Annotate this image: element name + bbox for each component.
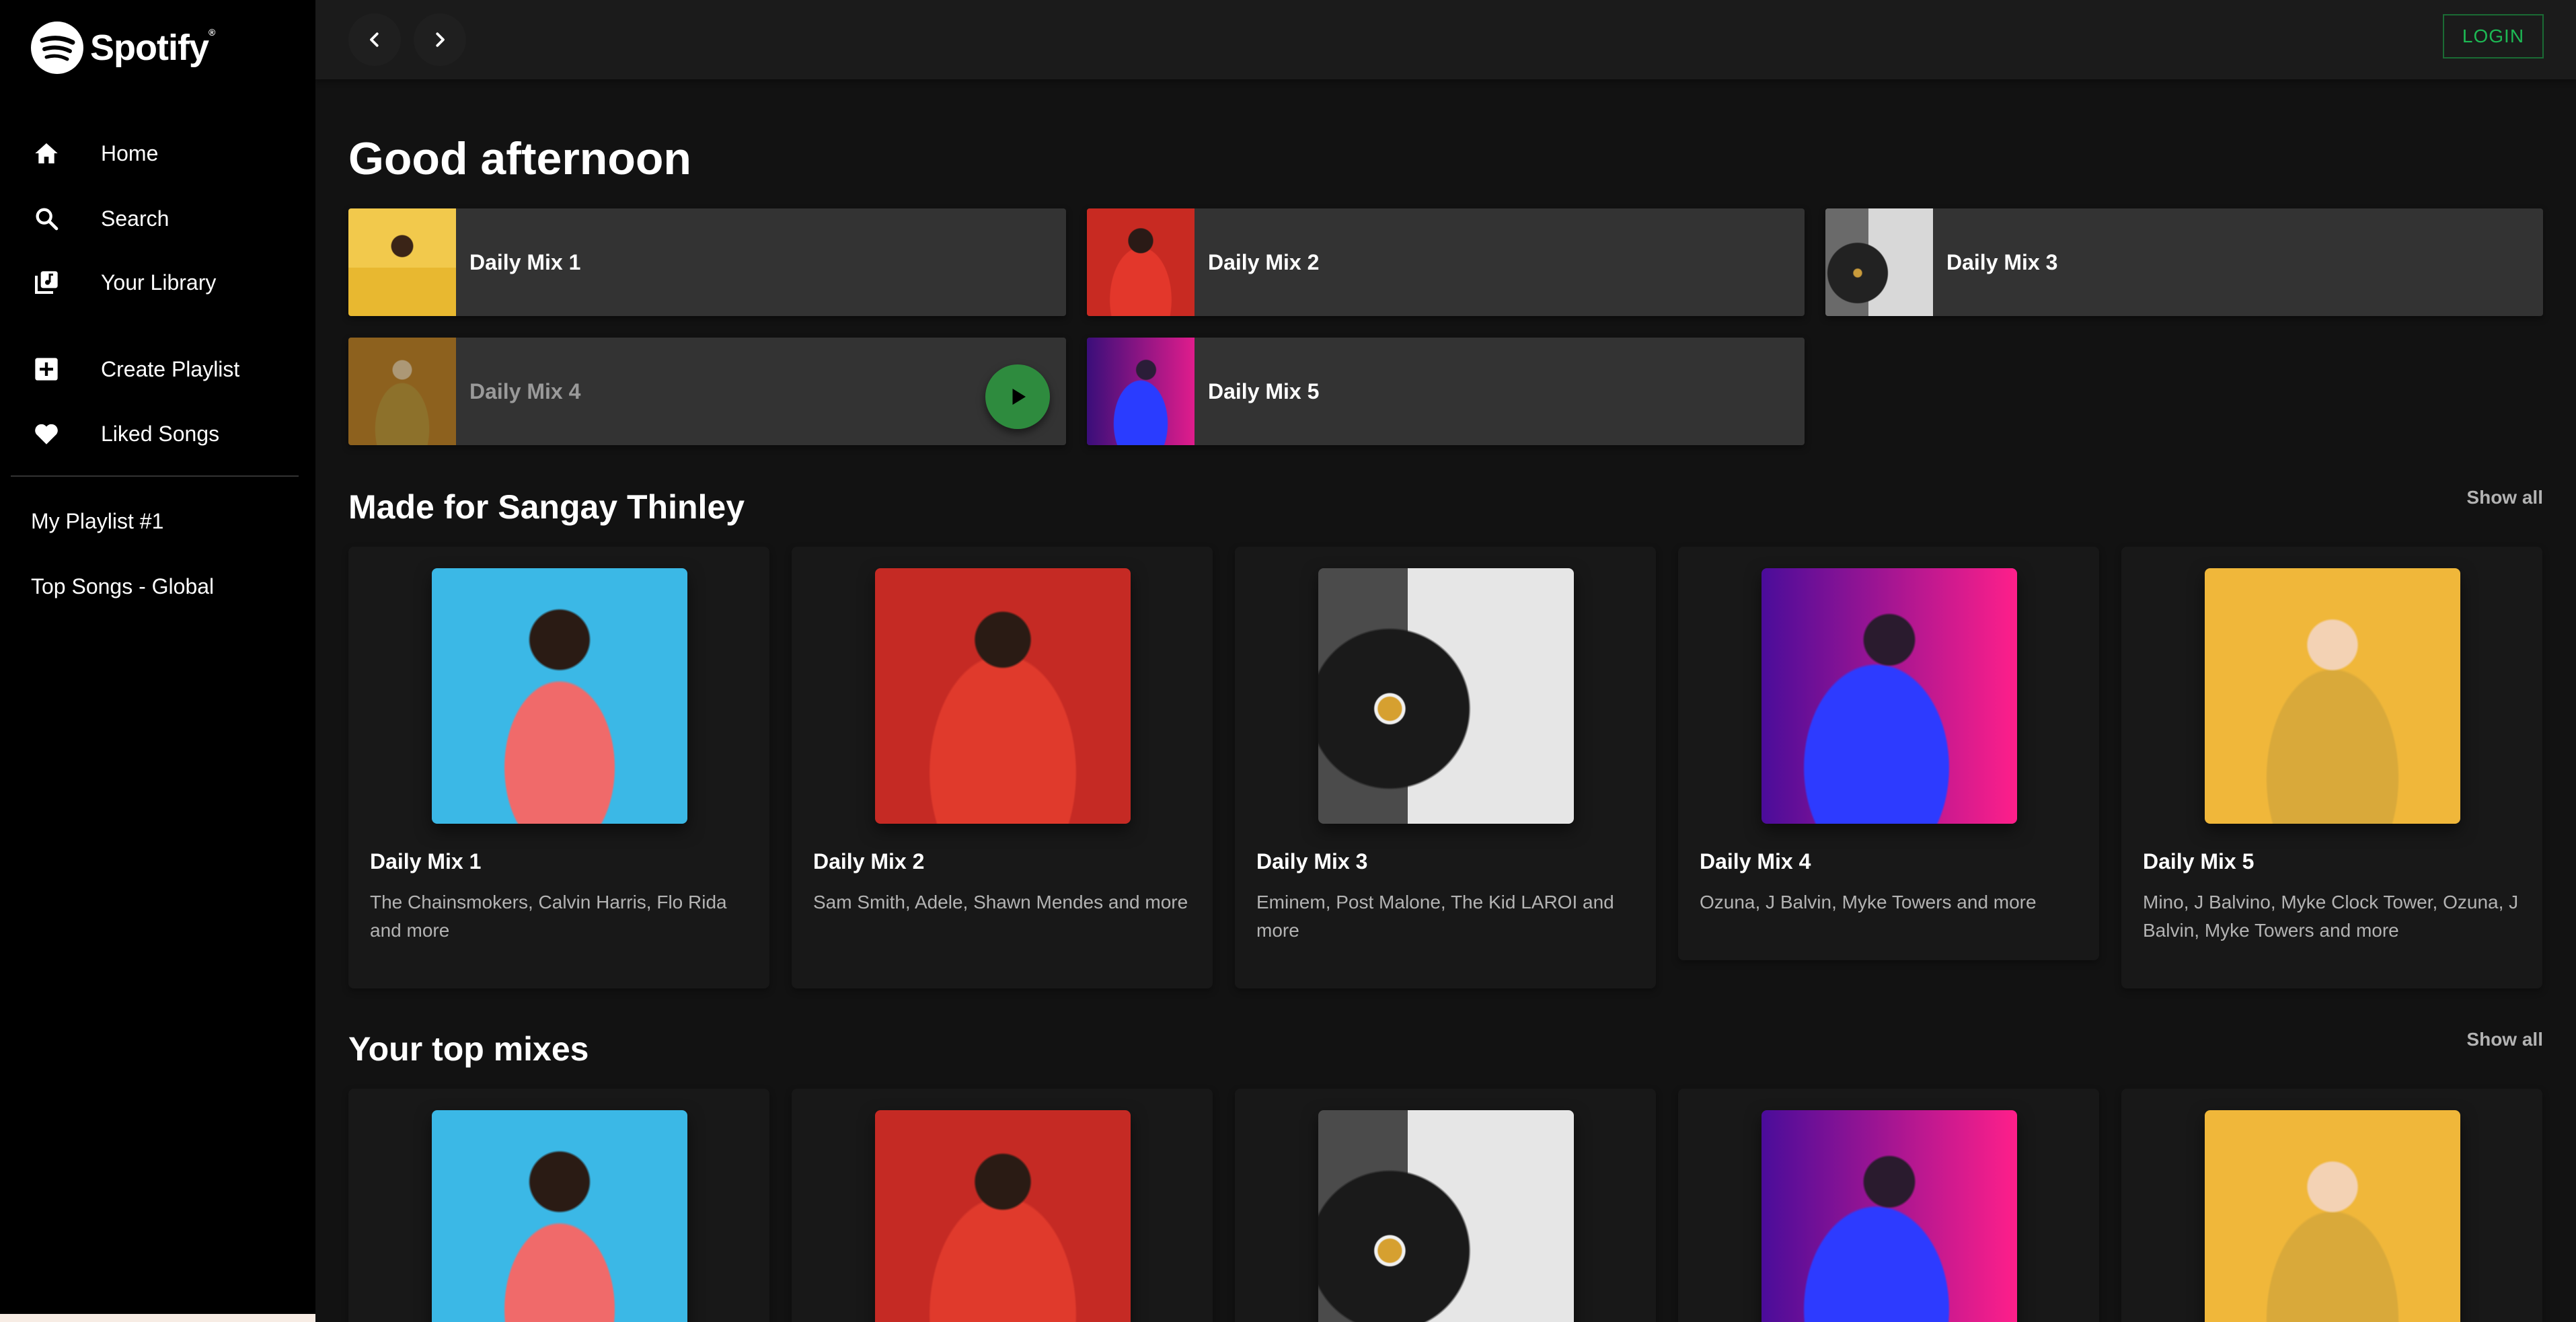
section-title: Made for Sangay Thinley — [348, 488, 745, 526]
card-title: Daily Mix 4 — [1700, 849, 1811, 873]
cookie-banner-edge — [0, 1314, 356, 1322]
playlist-cover — [1761, 1110, 2017, 1322]
playlist-card[interactable]: Daily Mix 5 Mino, J Balvino, Myke Clock … — [2121, 547, 2542, 988]
playlist-card[interactable]: Daily Mix 1 The Chainsmokers, Calvin Har… — [348, 547, 769, 988]
card-title: Daily Mix 3 — [1256, 849, 1368, 873]
playlist-cover — [1318, 568, 1574, 824]
playlist-card[interactable] — [2121, 1089, 2542, 1322]
play-button[interactable] — [985, 364, 1050, 429]
sidebar-item-label: Liked Songs — [101, 421, 220, 446]
sidebar-item-label: Home — [101, 141, 159, 165]
home-icon — [31, 138, 62, 169]
sidebar-item-label: Create Playlist — [101, 356, 240, 381]
quick-pick-label: Daily Mix 3 — [1946, 249, 2058, 274]
daily-mix-thumbnail — [1087, 338, 1195, 445]
logo-wordmark: Spotify® — [90, 27, 215, 68]
playlist-cover — [2205, 568, 2460, 824]
quick-pick-label: Daily Mix 4 — [469, 379, 581, 403]
main-content: LOGIN Good afternoon Daily Mix 1 Daily M… — [315, 0, 2576, 1322]
quick-pick-label: Daily Mix 1 — [469, 249, 581, 274]
library-icon — [31, 267, 62, 298]
chevron-left-icon — [370, 32, 379, 47]
playlist-card[interactable] — [792, 1089, 1213, 1322]
playlist-card[interactable] — [1235, 1089, 1656, 1322]
chevron-right-icon — [436, 32, 445, 47]
sidebar-item-label: Search — [101, 206, 169, 231]
playlist-cover — [875, 568, 1131, 824]
create-playlist-button[interactable]: Create Playlist — [31, 354, 239, 385]
quick-pick-label: Daily Mix 2 — [1208, 249, 1320, 274]
quick-pick-card[interactable]: Daily Mix 3 — [1825, 208, 2543, 316]
card-description: Eminem, Post Malone, The Kid LAROI and m… — [1256, 892, 1614, 941]
playlist-cover — [2205, 1110, 2460, 1322]
playlist-card[interactable]: Daily Mix 2 Sam Smith, Adele, Shawn Mend… — [792, 547, 1213, 988]
show-all-link[interactable]: Show all — [2466, 1029, 2543, 1050]
playlist-item[interactable]: My Playlist #1 — [31, 509, 163, 534]
playlist-cover — [875, 1110, 1131, 1322]
sidebar: Spotify® Home Search Your Library Create… — [0, 0, 356, 1322]
play-icon — [1012, 389, 1026, 405]
card-description: Ozuna, J Balvin, Myke Towers and more — [1700, 892, 2037, 912]
heart-icon — [31, 418, 62, 449]
playlist-card[interactable]: Daily Mix 3 Eminem, Post Malone, The Kid… — [1235, 547, 1656, 988]
forward-button[interactable] — [414, 13, 466, 66]
quick-pick-label: Daily Mix 5 — [1208, 379, 1320, 403]
playlist-cover — [432, 1110, 687, 1322]
quick-pick-card[interactable]: Daily Mix 5 — [1087, 338, 1805, 445]
playlist-card[interactable]: Daily Mix 4 Ozuna, J Balvin, Myke Towers… — [1678, 547, 2099, 960]
sidebar-item-label: Your Library — [101, 270, 217, 295]
spotify-logo-icon — [31, 22, 83, 74]
show-all-link[interactable]: Show all — [2466, 487, 2543, 508]
search-icon — [31, 203, 62, 234]
playlist-item[interactable]: Top Songs - Global — [31, 574, 214, 599]
playlist-cover — [1761, 568, 2017, 824]
quick-pick-card[interactable]: Daily Mix 4 — [348, 338, 1066, 445]
login-button[interactable]: LOGIN — [2443, 14, 2544, 59]
playlist-cover — [432, 568, 687, 824]
playlist-cover — [1318, 1110, 1574, 1322]
sidebar-divider — [11, 475, 299, 477]
card-title: Daily Mix 2 — [813, 849, 925, 873]
quick-pick-card[interactable]: Daily Mix 1 — [348, 208, 1066, 316]
quick-pick-card[interactable]: Daily Mix 2 — [1087, 208, 1805, 316]
card-description: Mino, J Balvino, Myke Clock Tower, Ozuna… — [2143, 892, 2519, 941]
section-title: Your top mixes — [348, 1030, 589, 1068]
daily-mix-thumbnail — [1825, 208, 1933, 316]
daily-mix-thumbnail — [348, 338, 456, 445]
plus-square-icon — [31, 354, 62, 385]
card-description: The Chainsmokers, Calvin Harris, Flo Rid… — [370, 892, 727, 941]
back-button[interactable] — [348, 13, 401, 66]
liked-songs-button[interactable]: Liked Songs — [31, 418, 219, 449]
playlist-card[interactable] — [1678, 1089, 2099, 1322]
sidebar-item-search[interactable]: Search — [31, 203, 169, 234]
card-title: Daily Mix 1 — [370, 849, 482, 873]
spotify-logo[interactable]: Spotify® — [31, 22, 215, 74]
playlist-card[interactable] — [348, 1089, 769, 1322]
topbar: LOGIN — [315, 0, 2576, 79]
daily-mix-thumbnail — [348, 208, 456, 316]
sidebar-item-home[interactable]: Home — [31, 138, 158, 169]
daily-mix-thumbnail — [1087, 208, 1195, 316]
card-title: Daily Mix 5 — [2143, 849, 2255, 873]
card-description: Sam Smith, Adele, Shawn Mendes and more — [813, 892, 1188, 912]
sidebar-item-library[interactable]: Your Library — [31, 267, 216, 298]
greeting-heading: Good afternoon — [348, 133, 691, 184]
